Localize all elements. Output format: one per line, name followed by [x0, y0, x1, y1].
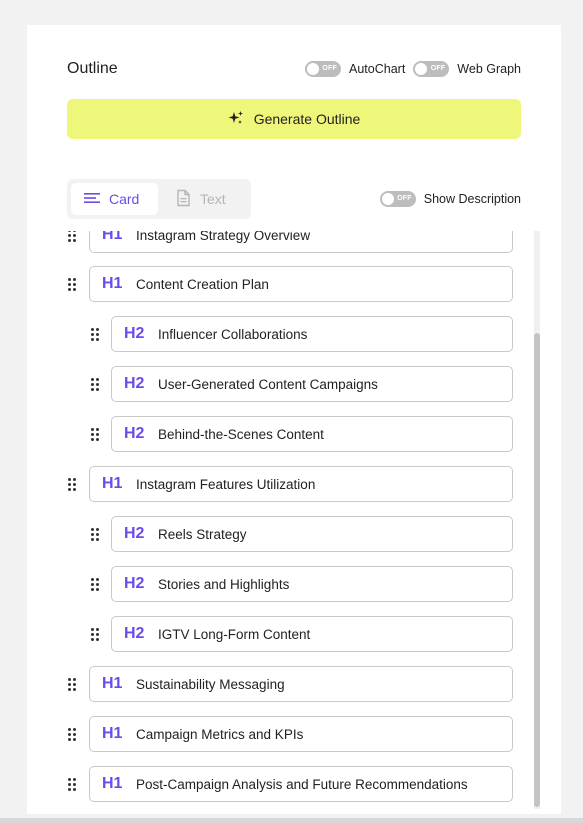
webgraph-toggle-group: OFF Web Graph [413, 61, 521, 77]
scrollbar-thumb[interactable] [534, 333, 540, 807]
list-item: H1 Post-Campaign Analysis and Future Rec… [27, 766, 561, 802]
webgraph-toggle[interactable]: OFF [413, 61, 450, 77]
list-item: H2 IGTV Long-Form Content [27, 616, 561, 652]
drag-handle-icon[interactable] [91, 528, 101, 541]
drag-handle-icon[interactable] [68, 231, 78, 242]
header-toggles: OFF AutoChart OFF Web Graph [297, 61, 521, 77]
heading-level: H1 [102, 725, 123, 742]
toggle-knob [415, 63, 428, 75]
list-item: H1 Instagram Strategy Overview [27, 231, 561, 253]
autochart-toggle[interactable]: OFF [305, 61, 342, 77]
heading-text: Instagram Strategy Overview [136, 231, 311, 243]
generate-outline-label: Generate Outline [253, 111, 361, 127]
view-tabs: Card Text [67, 179, 251, 219]
outline-card[interactable]: H1 Post-Campaign Analysis and Future Rec… [89, 766, 513, 802]
list-item: H2 Reels Strategy [27, 516, 561, 552]
list-icon [83, 189, 101, 210]
toggle-knob [381, 193, 394, 205]
tab-text[interactable]: Text [162, 183, 238, 215]
drag-handle-icon[interactable] [68, 278, 78, 291]
outline-card[interactable]: H2 IGTV Long-Form Content [111, 616, 513, 652]
heading-text: Instagram Features Utilization [136, 476, 316, 492]
outline-card[interactable]: H2 Influencer Collaborations [111, 316, 513, 352]
show-description-toggle[interactable]: OFF [379, 191, 416, 207]
outline-card[interactable]: H1 Sustainability Messaging [89, 666, 513, 702]
heading-level: H1 [102, 475, 123, 492]
heading-text: Stories and Highlights [158, 576, 290, 592]
toggle-state: OFF [322, 65, 338, 72]
list-item: H2 Behind-the-Scenes Content [27, 416, 561, 452]
heading-text: IGTV Long-Form Content [158, 626, 311, 642]
outline-card[interactable]: H1 Instagram Features Utilization [89, 466, 513, 502]
outline-card[interactable]: H1 Instagram Strategy Overview [89, 231, 513, 253]
outline-header: Outline OFF AutoChart OFF Web Graph [67, 59, 521, 79]
list-item: H2 Influencer Collaborations [27, 316, 561, 352]
heading-text: Sustainability Messaging [136, 676, 285, 692]
drag-handle-icon[interactable] [68, 728, 78, 741]
heading-level: H2 [124, 325, 145, 342]
drag-handle-icon[interactable] [91, 628, 101, 641]
heading-level: H2 [124, 625, 145, 642]
tab-text-label: Text [200, 191, 226, 207]
heading-level: H2 [124, 425, 145, 442]
list-item: H2 User-Generated Content Campaigns [27, 366, 561, 402]
drag-handle-icon[interactable] [68, 478, 78, 491]
outline-card[interactable]: H1 Content Creation Plan [89, 266, 513, 302]
heading-level: H1 [102, 775, 123, 792]
heading-text: Behind-the-Scenes Content [158, 426, 324, 442]
drag-handle-icon[interactable] [91, 328, 101, 341]
outline-card[interactable]: H2 User-Generated Content Campaigns [111, 366, 513, 402]
heading-text: User-Generated Content Campaigns [158, 376, 378, 392]
heading-level: H2 [124, 525, 145, 542]
toggle-state: OFF [397, 195, 412, 202]
list-item: H1 Content Creation Plan [27, 266, 561, 302]
outline-title: Outline [67, 60, 118, 77]
outline-card[interactable]: H2 Reels Strategy [111, 516, 513, 552]
drag-handle-icon[interactable] [91, 578, 101, 591]
outline-card[interactable]: H2 Stories and Highlights [111, 566, 513, 602]
outline-card[interactable]: H2 Behind-the-Scenes Content [111, 416, 513, 452]
drag-handle-icon[interactable] [91, 428, 101, 441]
tab-card[interactable]: Card [71, 183, 158, 215]
outline-panel: Outline OFF AutoChart OFF Web Graph Gene… [27, 25, 561, 814]
autochart-toggle-group: OFF AutoChart [305, 61, 405, 77]
webgraph-label: Web Graph [457, 62, 521, 76]
heading-text: Campaign Metrics and KPIs [136, 726, 304, 742]
generate-outline-button[interactable]: Generate Outline [67, 99, 521, 139]
heading-text: Reels Strategy [158, 526, 247, 542]
tab-card-label: Card [109, 191, 140, 207]
show-description-toggle-group: OFF Show Description [379, 191, 521, 207]
heading-level: H2 [124, 375, 145, 392]
heading-level: H1 [102, 231, 123, 243]
autochart-label: AutoChart [349, 62, 406, 76]
drag-handle-icon[interactable] [91, 378, 101, 391]
toggle-state: OFF [430, 65, 446, 72]
list-item: H1 Instagram Features Utilization [27, 466, 561, 502]
outline-list: H1 Instagram Strategy Overview H1 Conten… [27, 231, 561, 814]
drag-handle-icon[interactable] [68, 778, 78, 791]
outline-scrollbar[interactable] [534, 231, 540, 809]
list-item: H2 Stories and Highlights [27, 566, 561, 602]
heading-level: H1 [102, 675, 123, 692]
bottom-divider [0, 818, 583, 823]
heading-text: Post-Campaign Analysis and Future Recomm… [136, 776, 468, 792]
outline-card[interactable]: H1 Campaign Metrics and KPIs [89, 716, 513, 752]
sparkle-icon [228, 110, 244, 129]
heading-level: H2 [124, 575, 145, 592]
heading-text: Content Creation Plan [136, 276, 269, 292]
heading-level: H1 [102, 275, 123, 292]
toggle-knob [307, 63, 320, 75]
show-description-label: Show Description [423, 192, 521, 206]
document-icon [174, 189, 192, 210]
list-item: H1 Sustainability Messaging [27, 666, 561, 702]
list-item: H1 Campaign Metrics and KPIs [27, 716, 561, 752]
heading-text: Influencer Collaborations [158, 326, 308, 342]
drag-handle-icon[interactable] [68, 678, 78, 691]
